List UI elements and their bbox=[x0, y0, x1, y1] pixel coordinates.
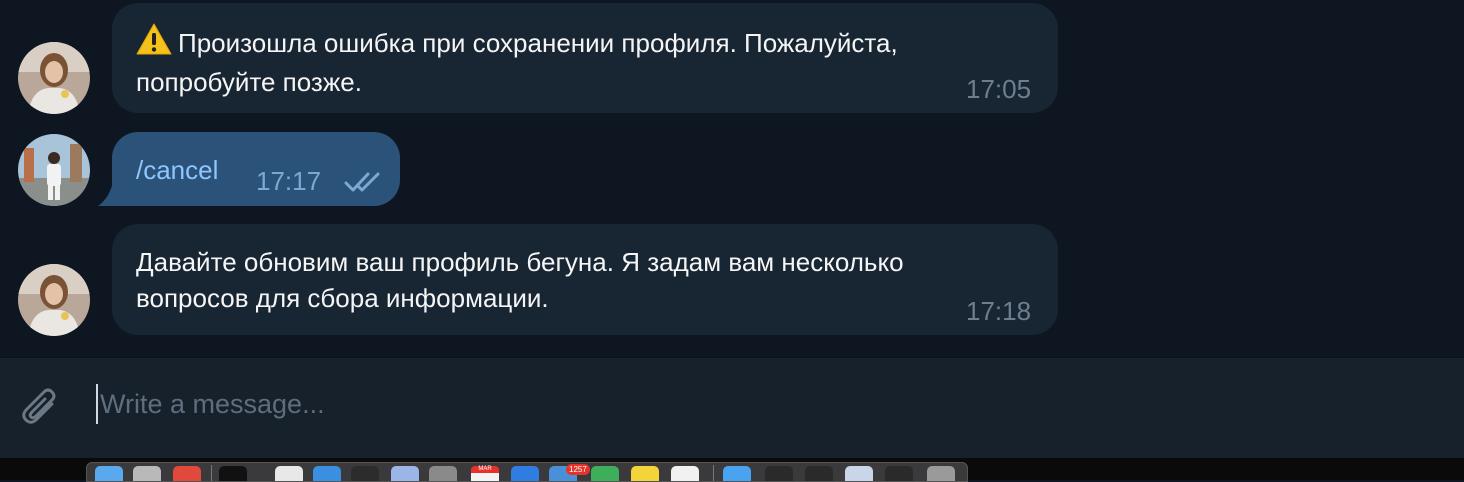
paperclip-icon[interactable] bbox=[18, 386, 64, 437]
app-icon[interactable] bbox=[351, 466, 379, 481]
outgoing-message-bubble[interactable]: /cancel 17:17 bbox=[112, 132, 400, 206]
notes-icon[interactable] bbox=[631, 466, 659, 481]
calendar-month-label: MAR bbox=[471, 466, 499, 473]
chat-history: Произошла ошибка при сохранении профиля.… bbox=[0, 0, 1464, 357]
message-line: вопросов для сбора информации. bbox=[136, 283, 549, 313]
notification-badge: 1257 bbox=[566, 464, 590, 475]
dock-divider bbox=[713, 465, 714, 481]
message-input[interactable] bbox=[96, 384, 1000, 424]
window-thumbnail[interactable] bbox=[765, 466, 793, 481]
bot-avatar[interactable] bbox=[18, 264, 90, 336]
message-line: попробуйте позже. bbox=[136, 67, 362, 97]
app-icon[interactable] bbox=[313, 466, 341, 481]
calendar-icon[interactable]: MAR bbox=[471, 466, 499, 481]
message-line: Давайте обновим ваш профиль бегуна. Я за… bbox=[136, 247, 904, 277]
message-line: Произошла ошибка при сохранении профиля.… bbox=[178, 28, 898, 58]
window-thumbnail[interactable] bbox=[845, 466, 873, 481]
window-thumbnail[interactable] bbox=[805, 466, 833, 481]
chrome-icon[interactable] bbox=[173, 466, 201, 481]
warning-icon bbox=[136, 23, 172, 64]
message-bubble[interactable]: Давайте обновим ваш профиль бегуна. Я за… bbox=[112, 224, 1058, 335]
terminal-icon[interactable] bbox=[219, 466, 247, 481]
window-thumbnail[interactable] bbox=[885, 466, 913, 481]
app-icon[interactable] bbox=[391, 466, 419, 481]
message-time: 17:17 bbox=[256, 166, 322, 196]
dock: MAR 1257 bbox=[86, 462, 968, 482]
bot-avatar[interactable] bbox=[18, 42, 90, 114]
trash-icon[interactable] bbox=[927, 466, 955, 481]
dock-divider bbox=[211, 465, 212, 481]
message-text: Произошла ошибка при сохранении профиля.… bbox=[136, 23, 898, 100]
message-composer bbox=[0, 357, 1464, 458]
bot-command-link[interactable]: /cancel bbox=[136, 152, 218, 188]
message-time: 17:18 bbox=[966, 296, 1032, 326]
app-icon[interactable] bbox=[275, 466, 303, 481]
app-icon[interactable] bbox=[429, 466, 457, 481]
finder-icon[interactable] bbox=[95, 466, 123, 481]
app-icon[interactable] bbox=[591, 466, 619, 481]
message-bubble[interactable]: Произошла ошибка при сохранении профиля.… bbox=[112, 3, 1058, 113]
message-time: 17:05 bbox=[966, 74, 1032, 104]
launchpad-icon[interactable] bbox=[133, 466, 161, 481]
app-icon[interactable] bbox=[511, 466, 539, 481]
downloads-folder-icon[interactable] bbox=[723, 466, 751, 481]
app-icon[interactable] bbox=[671, 466, 699, 481]
read-double-check-icon bbox=[344, 166, 384, 202]
user-avatar[interactable] bbox=[18, 134, 90, 206]
message-text: Давайте обновим ваш профиль бегуна. Я за… bbox=[136, 244, 904, 316]
